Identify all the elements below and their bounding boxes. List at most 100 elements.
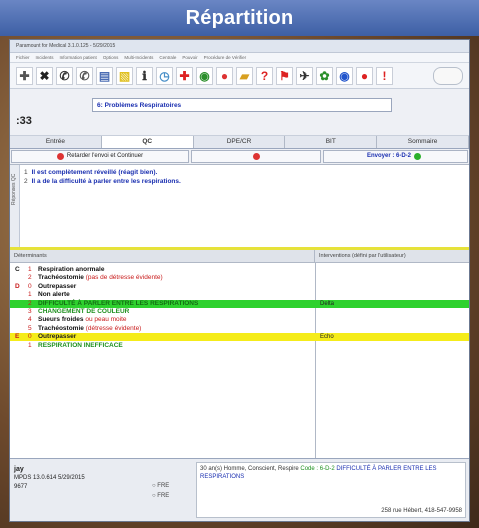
qc-responses-panel: Réponses QC 1 Il est complètement réveill…: [10, 165, 469, 250]
determinant-row[interactable]: 2 DIFFICULTÉ À PARLER ENTRE LES RESPIRATI…: [10, 299, 469, 308]
language-options: FRE FRE: [152, 481, 169, 501]
determinant-text: Outrepasser: [38, 333, 76, 341]
document-icon[interactable]: ▤: [96, 66, 113, 85]
globe-blue-icon[interactable]: ◉: [336, 66, 353, 85]
phone-alt-icon[interactable]: ✆: [76, 66, 93, 85]
determinant-row[interactable]: 1 RESPIRATION INEFFICACE: [10, 342, 469, 350]
incident-info: 6: Problèmes Respiratoires :33: [10, 89, 469, 136]
determinant-level: C: [15, 266, 20, 273]
airplane-icon[interactable]: ✈: [296, 66, 313, 85]
determinant-text: CHANGEMENT DE COULEUR: [38, 308, 129, 316]
folder-icon[interactable]: ▰: [236, 66, 253, 85]
clock-icon[interactable]: ◷: [156, 66, 173, 85]
problem-field[interactable]: 6: Problèmes Respiratoires: [92, 98, 392, 112]
determinant-text: DIFFICULTÉ À PARLER ENTRE LES RESPIRATIO…: [38, 300, 198, 308]
case-counter: :33: [16, 115, 32, 127]
case-summary: 30 an(s) Homme, Conscient, Respire Code …: [196, 462, 466, 518]
red-circle-icon[interactable]: ●: [216, 66, 233, 85]
status-footer: jay MPDS 13.0.614 5/29/2015 9677 FRE FRE…: [10, 458, 469, 521]
summary-text: 30 an(s) Homme, Conscient, Respire: [200, 466, 299, 472]
intervention-cell: Delta: [320, 300, 335, 307]
plus-icon[interactable]: ✚: [16, 66, 33, 85]
phone-icon[interactable]: ✆: [56, 66, 73, 85]
tab-qc[interactable]: QC: [101, 136, 194, 148]
determinant-extra: ou peau moite: [85, 316, 127, 324]
help-icon[interactable]: ?: [256, 66, 273, 85]
menu-item[interactable]: Incidents: [36, 55, 54, 60]
intervention-cell: Echo: [320, 334, 334, 341]
note-text: Il est complètement réveillé (réagit bie…: [31, 169, 158, 176]
menu-item[interactable]: Centrale: [159, 55, 176, 60]
determinant-text: Sueurs froides ou peau moite: [38, 316, 127, 324]
menu-item[interactable]: Multi-Incidents: [124, 55, 153, 60]
menu-item[interactable]: Pouvoir: [182, 55, 197, 60]
case-number: 9677: [14, 484, 28, 490]
tab-dpe-cr[interactable]: DPE/CR: [193, 136, 286, 148]
cancel-icon: [252, 153, 260, 160]
retarder-envoi-button[interactable]: Retarder l'envoi et Continuer: [11, 150, 189, 163]
determinant-extra: (détresse évidente): [85, 324, 142, 332]
determinant-label: Respiration anormale: [38, 266, 105, 273]
tab-bit[interactable]: BIT: [285, 136, 378, 148]
alert-icon[interactable]: !: [376, 66, 393, 85]
menu-bar: Fichier Incidents Information patient Optio…: [10, 53, 469, 63]
envoyer-button[interactable]: Envoyer : 6-D-2: [323, 150, 468, 163]
determinant-number: 1: [28, 266, 32, 273]
map-icon[interactable]: ✿: [316, 66, 333, 85]
note-num: 2: [24, 178, 28, 185]
action-bar: Retarder l'envoi et Continuer Envoyer : …: [10, 149, 469, 165]
determinant-text: RESPIRATION INEFFICACE: [38, 342, 123, 350]
info-icon[interactable]: ℹ: [136, 66, 153, 85]
determinant-level: D: [15, 282, 20, 290]
tab-bar: Entrée QC DPE/CR BIT Sommaire: [10, 136, 469, 149]
menu-item[interactable]: Options: [103, 55, 119, 60]
determinant-row[interactable]: D 0 Outrepasser: [10, 283, 469, 291]
determinant-row[interactable]: C 1 Respiration anormale: [10, 266, 469, 274]
determinant-label: Outrepasser: [38, 282, 77, 290]
determinant-number: 2: [28, 299, 32, 307]
note-text: Il a de la difficulté à parler entre les…: [31, 178, 181, 185]
determinant-label: RESPIRATION INEFFICACE: [38, 341, 123, 349]
interventions-column-header: Interventions (défini par l'utilisateur): [319, 253, 406, 259]
toolbar: ✚ ✖ ✆ ✆ ▤ ▧ ℹ ◷ ✚ ◉ ● ▰? ⚑ ✈ ✿ ◉ ●!: [10, 63, 469, 89]
note-icon[interactable]: ▧: [116, 66, 133, 85]
envoyer-label: Envoyer : 6-D-2: [366, 153, 411, 159]
note-num: 1: [24, 169, 28, 176]
retarder-label: Retarder l'envoi et Continuer: [66, 153, 144, 159]
notes-side-label: Réponses QC: [10, 165, 20, 247]
menu-item[interactable]: Information patient: [60, 55, 97, 60]
determinant-row[interactable]: 4 Sueurs froides ou peau moite: [10, 316, 469, 324]
flag-icon[interactable]: ⚑: [276, 66, 293, 85]
determinant-row[interactable]: 2 Trachéostomie (pas de détresse évidente…: [10, 274, 469, 282]
green-arrow-icon: [414, 153, 421, 160]
determinant-label: CHANGEMENT DE COULEUR: [38, 308, 130, 315]
determinant-label: Trachéostomie: [38, 324, 84, 332]
globe-icon[interactable]: ◉: [196, 66, 213, 85]
tab-entree[interactable]: Entrée: [10, 136, 102, 148]
determinant-number: 1: [28, 341, 32, 349]
language-option[interactable]: FRE: [152, 493, 169, 499]
ambulance-icon[interactable]: ✚: [176, 66, 193, 85]
determinant-label: Trachéostomie: [38, 274, 84, 282]
red-ball-icon[interactable]: ●: [356, 66, 373, 85]
menu-item[interactable]: Fichier: [16, 55, 30, 60]
note-line: 1 Il est complètement réveillé (réagit bi…: [24, 169, 157, 176]
language-option[interactable]: FRE: [152, 483, 169, 489]
determinant-number: 1: [28, 291, 32, 299]
determinant-number: 0: [28, 282, 32, 290]
menu-item[interactable]: Procédure de Vérifier: [204, 55, 247, 60]
code-label: Code : 6-D-2: [300, 466, 335, 472]
determinant-number: 2: [28, 274, 32, 282]
window-titlebar: Paramount for Medical 3.1.0.125 - 5/29/2…: [10, 40, 469, 53]
tab-sommaire[interactable]: Sommaire: [377, 136, 469, 148]
determinant-level: E: [15, 333, 20, 341]
determinants-header: Déterminants Interventions (défini par l…: [10, 250, 469, 263]
determinant-row[interactable]: E 0 Outrepasser Echo: [10, 333, 469, 342]
close-x-icon[interactable]: ✖: [36, 66, 53, 85]
determinant-row[interactable]: 1 Non alerte: [10, 291, 469, 299]
determinant-text: Non alerte: [38, 291, 70, 299]
determinant-text: Trachéostomie (pas de détresse évidente): [38, 274, 163, 282]
determinant-row[interactable]: 3 CHANGEMENT DE COULEUR: [10, 308, 469, 316]
cancel-button[interactable]: [191, 150, 321, 163]
determinant-row[interactable]: 5 Trachéostomie (détresse évidente): [10, 325, 469, 333]
